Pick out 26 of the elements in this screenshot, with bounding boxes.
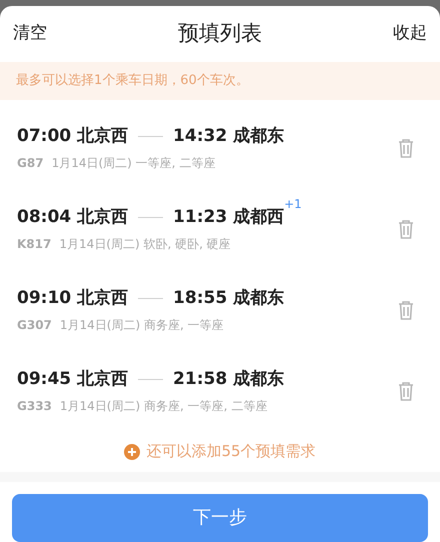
notice-bar: 最多可以选择1个乘车日期，60个车次。: [0, 62, 440, 100]
arrival: 14:32 成都东: [173, 124, 284, 148]
train-number: K817: [17, 236, 52, 254]
train-details: 1月14日(周二) 商务座, 一等座, 二等座: [60, 398, 268, 416]
arrival: 11:23 成都西: [173, 206, 284, 229]
collapse-button[interactable]: 收起: [393, 21, 427, 47]
train-details: 1月14日(周二) 软卧, 硬卧, 硬座: [59, 236, 231, 254]
train-number: G307: [17, 317, 52, 334]
departure: 07:00 北京西: [17, 124, 128, 148]
window-title: 预填列表: [178, 20, 262, 48]
train-number: G87: [17, 155, 44, 172]
departure: 09:45 北京西: [17, 368, 128, 391]
arrival: 21:58 成都东: [173, 368, 284, 391]
departure: 08:04 北京西: [17, 206, 128, 229]
trash-icon[interactable]: [398, 138, 414, 158]
departure: 09:10 北京西: [17, 286, 128, 310]
add-icon[interactable]: [124, 444, 140, 460]
clear-button[interactable]: 清空: [13, 21, 47, 47]
trash-icon[interactable]: [398, 300, 414, 320]
day-offset: +1: [284, 196, 302, 213]
trash-icon[interactable]: [398, 219, 414, 239]
arrival: 18:55 成都东: [173, 286, 284, 310]
train-details: 1月14日(周二) 商务座, 一等座: [60, 317, 224, 334]
train-number: G333: [17, 398, 52, 416]
trash-icon[interactable]: [398, 381, 414, 401]
train-details: 1月14日(周二) 一等座, 二等座: [52, 155, 216, 172]
